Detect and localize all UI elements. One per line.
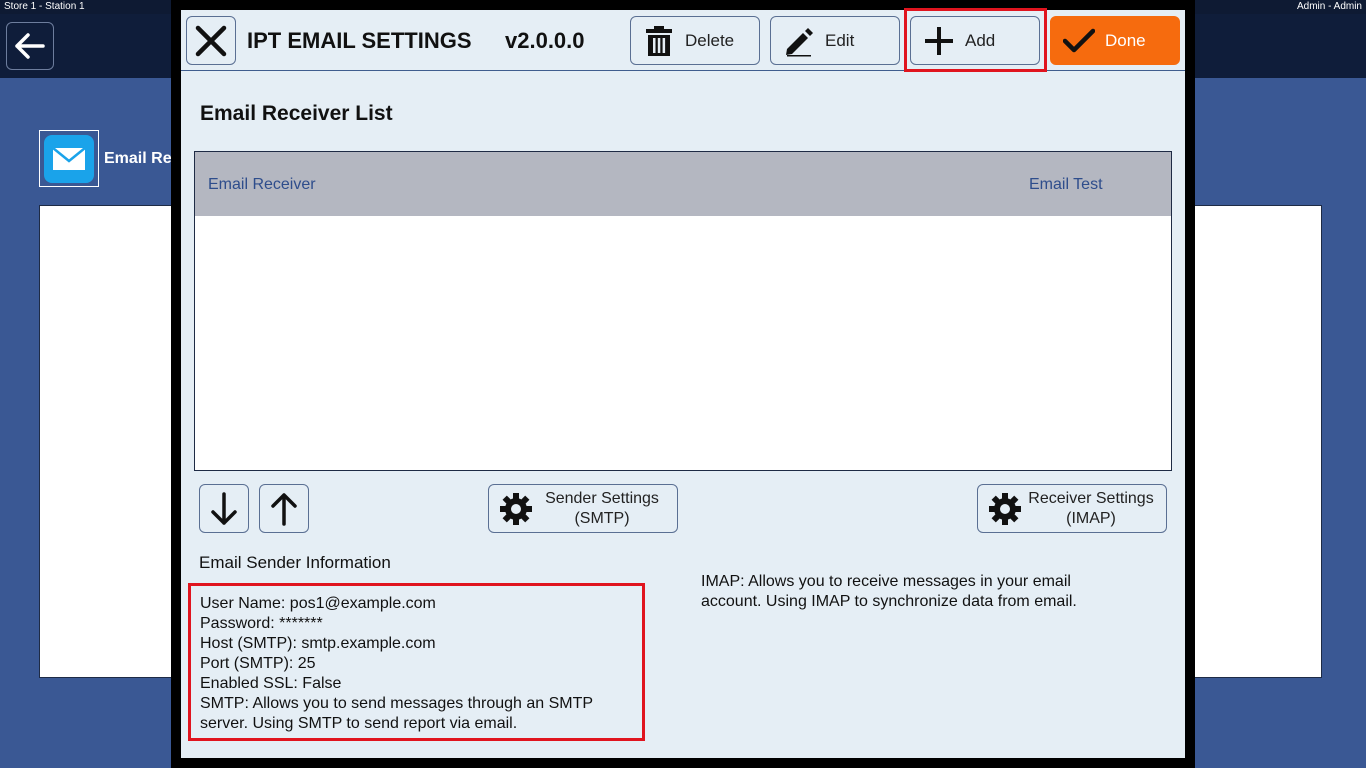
gear-icon — [988, 492, 1022, 526]
imap-note-line-2: account. Using IMAP to synchronize data … — [701, 593, 1077, 610]
move-up-button[interactable] — [259, 484, 309, 533]
add-button[interactable]: Add — [910, 16, 1040, 65]
store-station-label: Store 1 - Station 1 — [4, 1, 85, 12]
user-label: Admin - Admin — [1296, 1, 1362, 12]
edit-button[interactable]: Edit — [770, 16, 900, 65]
email-receiver-table[interactable]: Email Receiver Email Test — [194, 151, 1172, 471]
edit-label: Edit — [825, 30, 855, 50]
add-label: Add — [965, 30, 996, 50]
imap-note-line-1: IMAP: Allows you to receive messages in … — [701, 573, 1071, 590]
dialog-header: IPT EMAIL SETTINGS v2.0.0.0 Delete Edit … — [181, 8, 1185, 72]
column-header-email-test[interactable]: Email Test — [1029, 176, 1103, 194]
delete-label: Delete — [685, 30, 735, 50]
sender-settings-button[interactable]: Sender Settings (SMTP) — [488, 484, 678, 533]
receiver-settings-label: Receiver Settings (IMAP) — [1022, 489, 1166, 529]
section-title: Email Receiver List — [200, 102, 393, 125]
pencil-icon — [783, 25, 815, 57]
sender-settings-label: Sender Settings (SMTP) — [533, 489, 677, 529]
arrow-up-icon — [271, 492, 297, 526]
dialog-title: IPT EMAIL SETTINGS — [247, 28, 472, 53]
close-button[interactable] — [186, 16, 236, 65]
email-settings-tile[interactable] — [39, 130, 99, 187]
trash-icon — [643, 25, 675, 57]
table-header: Email Receiver Email Test — [195, 152, 1171, 216]
arrow-down-icon — [211, 491, 237, 525]
background-page-title: Email Re — [104, 150, 172, 167]
done-label: Done — [1105, 30, 1146, 50]
mail-icon — [44, 134, 94, 183]
gear-icon — [499, 492, 533, 526]
check-icon — [1063, 25, 1095, 57]
back-arrow-icon — [15, 33, 45, 59]
back-button[interactable] — [6, 22, 54, 70]
receiver-settings-line2: (IMAP) — [1066, 509, 1116, 527]
receiver-settings-line1: Receiver Settings — [1028, 489, 1154, 507]
move-down-button[interactable] — [199, 484, 249, 533]
user-name-line: User Name: pos1@example.com — [200, 595, 436, 612]
port-line: Port (SMTP): 25 — [200, 655, 316, 672]
email-settings-dialog: IPT EMAIL SETTINGS v2.0.0.0 Delete Edit … — [181, 8, 1185, 758]
ssl-line: Enabled SSL: False — [200, 675, 342, 692]
password-line: Password: ******* — [200, 615, 323, 632]
smtp-note-line-2: server. Using SMTP to send report via em… — [200, 715, 518, 732]
sender-settings-line1: Sender Settings — [545, 489, 659, 507]
receiver-settings-button[interactable]: Receiver Settings (IMAP) — [977, 484, 1167, 533]
plus-icon — [923, 25, 955, 57]
sender-info-box: User Name: pos1@example.com Password: **… — [188, 583, 645, 741]
imap-note: IMAP: Allows you to receive messages in … — [701, 572, 1141, 612]
host-line: Host (SMTP): smtp.example.com — [200, 635, 436, 652]
delete-button[interactable]: Delete — [630, 16, 760, 65]
smtp-note-line-1: SMTP: Allows you to send messages throug… — [200, 695, 594, 712]
done-button[interactable]: Done — [1050, 16, 1180, 65]
close-icon — [195, 25, 227, 56]
version-label: v2.0.0.0 — [505, 28, 585, 53]
sender-info-title: Email Sender Information — [199, 553, 391, 572]
column-header-email-receiver[interactable]: Email Receiver — [208, 176, 316, 194]
sender-settings-line2: (SMTP) — [574, 509, 630, 527]
